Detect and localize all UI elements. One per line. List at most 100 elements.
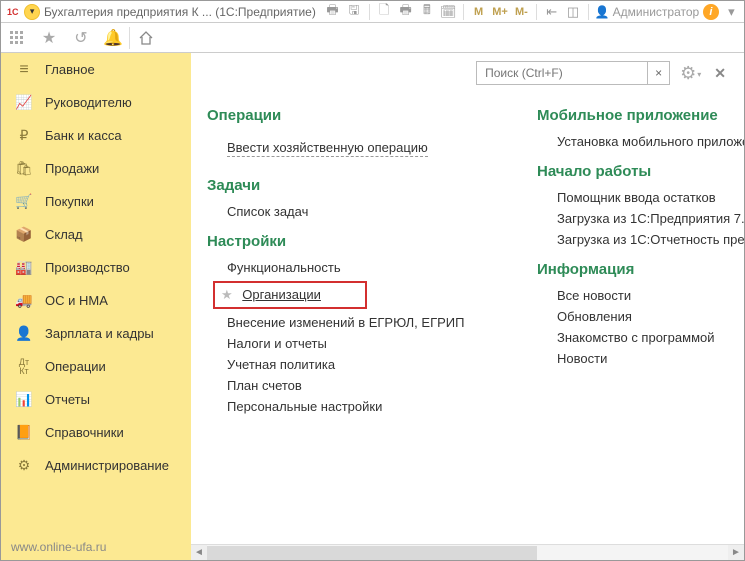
- separator: [369, 4, 370, 20]
- calendar-icon[interactable]: 🗓: [440, 3, 457, 21]
- chart-line-icon: 📈: [15, 94, 33, 111]
- app-window: 1C ▾ Бухгалтерия предприятия К ... (1С:П…: [0, 0, 745, 561]
- sidebar-item-reports[interactable]: 📊 Отчеты: [1, 383, 191, 416]
- titlebar: 1C ▾ Бухгалтерия предприятия К ... (1С:П…: [1, 1, 744, 23]
- sidebar-item-production[interactable]: 🏭 Производство: [1, 251, 191, 284]
- window-icon[interactable]: ◫: [564, 3, 581, 21]
- bell-icon[interactable]: 🔔: [97, 23, 129, 53]
- book-icon: 📙: [15, 424, 33, 441]
- apps-grid-icon[interactable]: [1, 23, 33, 53]
- close-panel-button[interactable]: ✕: [710, 65, 730, 82]
- back-icon[interactable]: ⇤: [543, 3, 560, 21]
- settings-gear-button[interactable]: ⚙▾: [680, 63, 700, 84]
- link-functionality[interactable]: Функциональность: [227, 260, 497, 275]
- toolbar-secondary: ★ ↺ 🔔: [1, 23, 744, 53]
- sidebar-item-bank[interactable]: ₽ Банк и касса: [1, 119, 191, 152]
- star-icon[interactable]: ★: [33, 23, 65, 53]
- sidebar-item-label: Производство: [45, 260, 130, 275]
- sidebar-item-manager[interactable]: 📈 Руководителю: [1, 86, 191, 119]
- group-mobile-title: Мобильное приложение: [537, 107, 744, 124]
- group-operations-title: Операции: [207, 107, 497, 124]
- print-icon[interactable]: 🖶: [324, 3, 341, 21]
- sidebar-item-purchases[interactable]: 🛒 Покупки: [1, 185, 191, 218]
- sidebar-item-admin[interactable]: ⚙ Администрирование: [1, 449, 191, 482]
- bag-icon: 🛍: [15, 160, 33, 177]
- link-news[interactable]: Новости: [557, 351, 744, 366]
- history-icon[interactable]: ↺: [65, 23, 97, 53]
- link-organizations[interactable]: Организации: [242, 287, 321, 302]
- link-mobile-install[interactable]: Установка мобильного приложен: [557, 134, 744, 149]
- group-info-title: Информация: [537, 261, 744, 278]
- scroll-thumb[interactable]: [207, 546, 537, 560]
- link-chart-of-accounts[interactable]: План счетов: [227, 378, 497, 393]
- preview-icon[interactable]: 🗋: [376, 3, 393, 21]
- sidebar-item-label: Покупки: [45, 194, 94, 209]
- memory-mminus-button[interactable]: M-: [513, 3, 530, 21]
- user-label[interactable]: 👤 Администратор: [595, 5, 700, 19]
- logo-1c-icon: 1C: [5, 4, 20, 20]
- memory-mplus-button[interactable]: M+: [491, 3, 508, 21]
- content-panel: × ⚙▾ ✕ Операции Ввести хозяйственную опе…: [191, 53, 744, 560]
- panel-toolbar: × ⚙▾ ✕: [191, 53, 744, 93]
- sidebar-item-main[interactable]: ≡ Главное: [1, 53, 191, 86]
- calc-icon[interactable]: 🖩: [418, 3, 435, 21]
- home-icon[interactable]: [130, 23, 162, 53]
- link-load-reporting[interactable]: Загрузка из 1С:Отчетность пред: [557, 232, 744, 247]
- sidebar-item-label: Руководителю: [45, 95, 132, 110]
- separator: [536, 4, 537, 20]
- link-enter-operation[interactable]: Ввести хозяйственную операцию: [227, 140, 428, 157]
- sidebar-item-catalogs[interactable]: 📙 Справочники: [1, 416, 191, 449]
- menu-icon: ≡: [15, 61, 33, 79]
- link-personal-settings[interactable]: Персональные настройки: [227, 399, 497, 414]
- sidebar-item-label: Банк и касса: [45, 128, 122, 143]
- box-icon: 📦: [15, 226, 33, 243]
- footer-link[interactable]: www.online-ufa.ru: [11, 540, 106, 554]
- group-start-title: Начало работы: [537, 163, 744, 180]
- separator: [463, 4, 464, 20]
- print2-icon[interactable]: 🖶: [397, 3, 414, 21]
- search-input[interactable]: [477, 62, 647, 84]
- user-name: Администратор: [613, 5, 700, 19]
- cart-icon: 🛒: [15, 193, 33, 210]
- link-all-news[interactable]: Все новости: [557, 288, 744, 303]
- sidebar: ≡ Главное 📈 Руководителю ₽ Банк и касса …: [1, 53, 191, 560]
- link-egrul[interactable]: Внесение изменений в ЕГРЮЛ, ЕГРИП: [227, 315, 497, 330]
- link-balances-helper[interactable]: Помощник ввода остатков: [557, 190, 744, 205]
- bar-chart-icon: 📊: [15, 391, 33, 408]
- horizontal-scrollbar[interactable]: ◄ ►: [191, 544, 744, 560]
- search-clear-button[interactable]: ×: [647, 62, 669, 84]
- sidebar-item-label: Зарплата и кадры: [45, 326, 154, 341]
- link-about-program[interactable]: Знакомство с программой: [557, 330, 744, 345]
- link-load-77[interactable]: Загрузка из 1С:Предприятия 7.7: [557, 211, 744, 226]
- link-organizations-row: ★ Организации: [207, 281, 497, 309]
- separator: [588, 4, 589, 20]
- group-tasks-title: Задачи: [207, 177, 497, 194]
- menu-dropdown-icon[interactable]: ▾: [723, 3, 740, 21]
- gear-icon: ⚙: [15, 457, 33, 474]
- right-column: Мобильное приложение Установка мобильног…: [537, 93, 744, 420]
- scroll-right-arrow-icon[interactable]: ►: [728, 545, 744, 561]
- scroll-track[interactable]: [207, 545, 728, 561]
- scroll-left-arrow-icon[interactable]: ◄: [191, 545, 207, 561]
- app-title: Бухгалтерия предприятия К ... (1С:Предпр…: [44, 5, 316, 19]
- sidebar-item-operations[interactable]: ДтКт Операции: [1, 350, 191, 383]
- search-box: ×: [476, 61, 670, 85]
- user-icon: 👤: [595, 5, 610, 19]
- dropdown-app-button[interactable]: ▾: [24, 4, 40, 20]
- sidebar-item-sales[interactable]: 🛍 Продажи: [1, 152, 191, 185]
- truck-icon: 🚚: [15, 292, 33, 309]
- info-icon[interactable]: i: [703, 4, 718, 20]
- link-updates[interactable]: Обновления: [557, 309, 744, 324]
- link-task-list[interactable]: Список задач: [227, 204, 497, 219]
- link-accounting-policy[interactable]: Учетная политика: [227, 357, 497, 372]
- sidebar-item-label: Продажи: [45, 161, 99, 176]
- favorite-star-icon[interactable]: ★: [221, 287, 233, 302]
- sidebar-item-payroll[interactable]: 👤 Зарплата и кадры: [1, 317, 191, 350]
- link-taxes[interactable]: Налоги и отчеты: [227, 336, 497, 351]
- sidebar-item-warehouse[interactable]: 📦 Склад: [1, 218, 191, 251]
- group-settings-title: Настройки: [207, 233, 497, 250]
- save-icon[interactable]: 🖫: [345, 3, 362, 21]
- sidebar-item-assets[interactable]: 🚚 ОС и НМА: [1, 284, 191, 317]
- memory-m-button[interactable]: M: [470, 3, 487, 21]
- factory-icon: 🏭: [15, 259, 33, 276]
